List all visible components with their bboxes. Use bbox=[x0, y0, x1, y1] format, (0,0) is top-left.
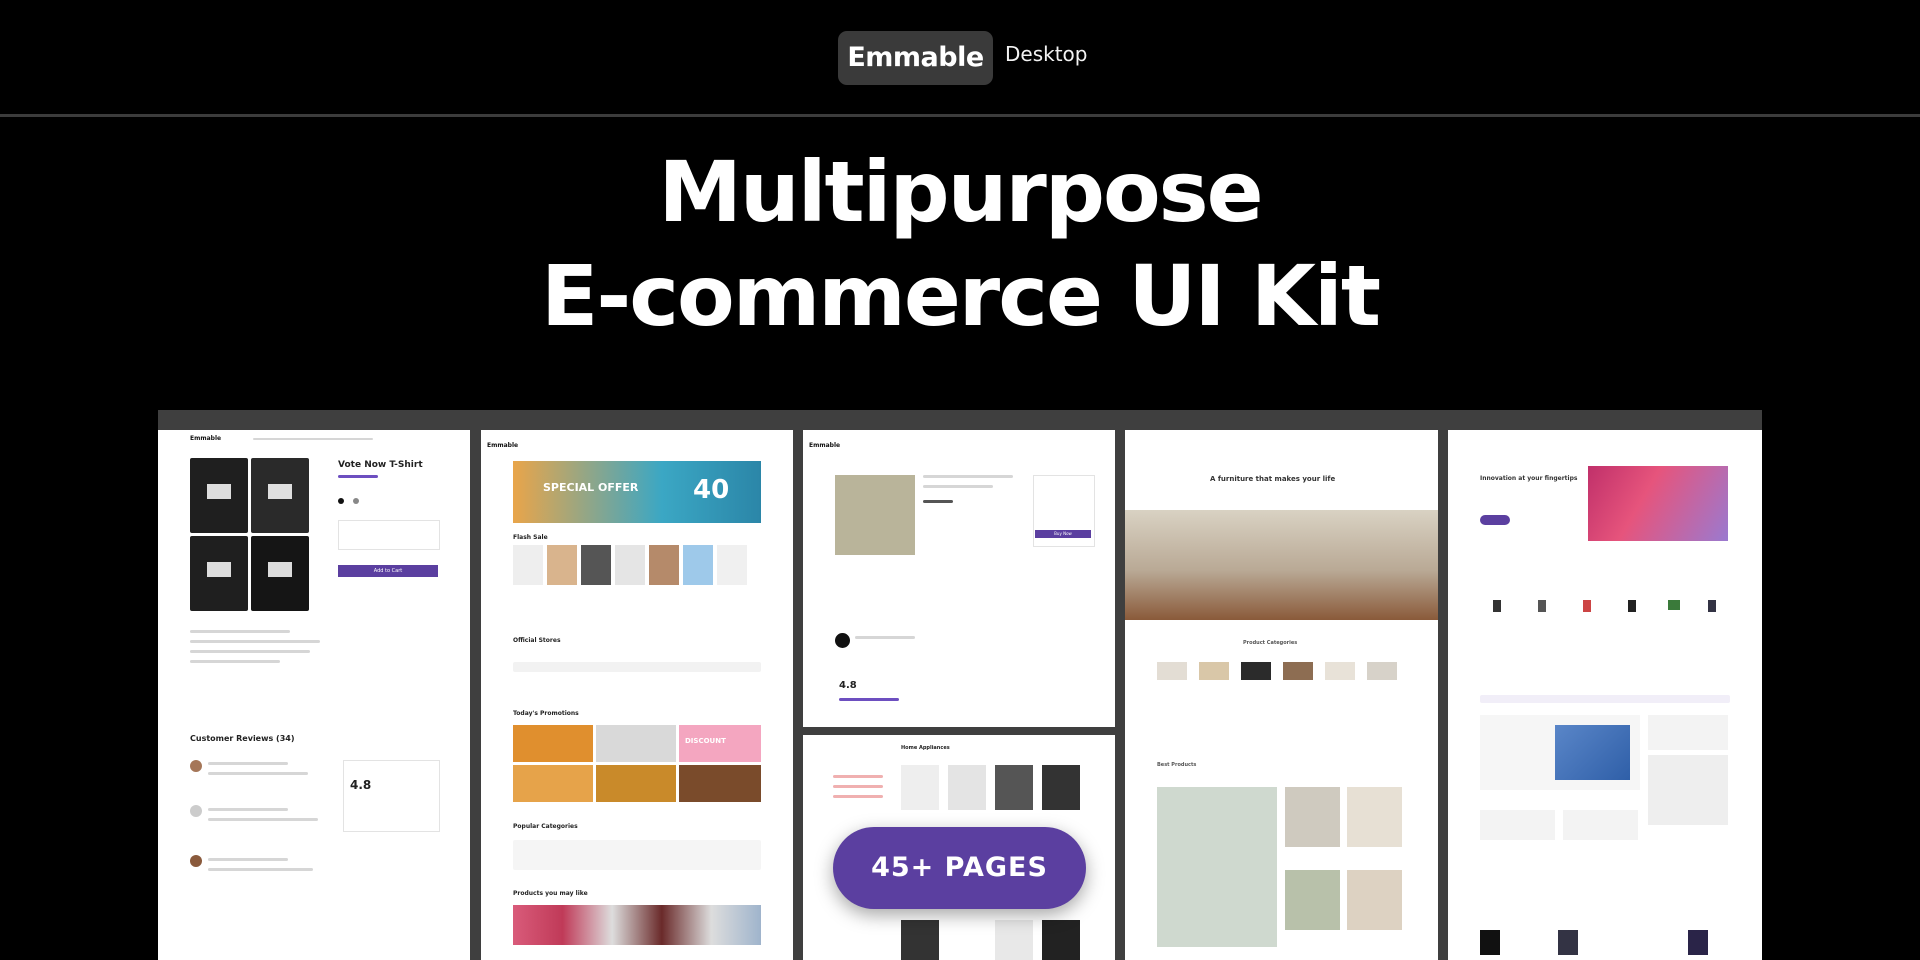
hero-image bbox=[1125, 510, 1438, 620]
best-products-title: Best Products bbox=[1157, 762, 1197, 768]
product-image bbox=[251, 458, 309, 533]
pages-count-badge[interactable]: 45+ PAGES bbox=[833, 827, 1086, 909]
product-image bbox=[190, 536, 248, 611]
banner-title: SPECIAL OFFER bbox=[543, 481, 639, 494]
platform-label: Desktop bbox=[1005, 42, 1088, 66]
product-image bbox=[251, 536, 309, 611]
hero-title-line-1: Multipurpose bbox=[658, 143, 1263, 241]
marketplace-page-preview[interactable]: Emmable SPECIAL OFFER 40 Flash Sale Offi… bbox=[481, 430, 793, 960]
products-you-like-title: Products you may like bbox=[513, 890, 588, 897]
hero-image bbox=[1588, 466, 1728, 541]
brand-logo[interactable]: Emmable bbox=[838, 31, 993, 85]
tech-page-preview[interactable]: Innovation at your fingertips bbox=[1448, 430, 1762, 960]
preview-logo: Emmable bbox=[190, 435, 222, 442]
rating-value: 4.8 bbox=[839, 680, 857, 691]
electronics-page-preview[interactable]: Emmable Buy Now 4.8 bbox=[803, 430, 1115, 727]
add-to-cart-button[interactable]: Add to Cart bbox=[338, 565, 438, 577]
rating-value: 4.8 bbox=[350, 778, 372, 792]
top-bar: Emmable Desktop bbox=[0, 0, 1920, 116]
reviews-title: Customer Reviews (34) bbox=[190, 734, 295, 743]
product-image bbox=[835, 475, 915, 555]
header-divider bbox=[0, 114, 1920, 117]
popular-categories-title: Popular Categories bbox=[513, 823, 578, 830]
categories-title: Product Categories bbox=[1243, 640, 1298, 646]
preview-logo: Emmable bbox=[809, 442, 841, 449]
preview-logo: Emmable bbox=[487, 442, 519, 449]
promotions-title: Today's Promotions bbox=[513, 710, 579, 717]
flash-sale-title: Flash Sale bbox=[513, 534, 548, 541]
promo-banner[interactable]: SPECIAL OFFER 40 bbox=[513, 461, 761, 523]
tech-headline: Innovation at your fingertips bbox=[1480, 475, 1578, 482]
discount-label: DISCOUNT bbox=[685, 737, 726, 745]
banner-percent: 40 bbox=[693, 475, 730, 505]
appliances-title: Home Appliances bbox=[901, 745, 950, 751]
product-page-preview[interactable]: Emmable Vote Now T-Shirt Add to Cart Cus… bbox=[158, 430, 470, 960]
buy-now-button[interactable]: Buy Now bbox=[1035, 530, 1091, 538]
furniture-headline: A furniture that makes your life bbox=[1210, 475, 1336, 483]
hero-title-line-2: E-commerce UI Kit bbox=[541, 247, 1381, 345]
furniture-page-preview[interactable]: A furniture that makes your life Product… bbox=[1125, 430, 1438, 960]
hero-title: Multipurpose E-commerce UI Kit bbox=[0, 140, 1920, 348]
official-stores-title: Official Stores bbox=[513, 637, 561, 644]
product-image bbox=[190, 458, 248, 533]
product-title: Vote Now T-Shirt bbox=[338, 460, 423, 470]
